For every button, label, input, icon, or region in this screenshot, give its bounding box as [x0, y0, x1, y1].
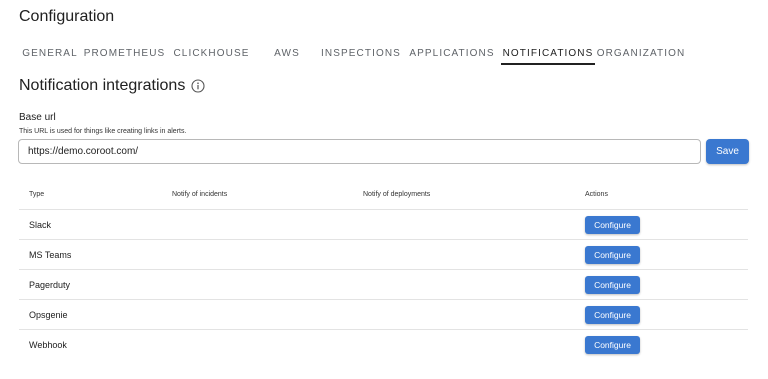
- integrations-table: Type Notify of incidents Notify of deplo…: [19, 180, 748, 360]
- tab-aws[interactable]: AWS: [255, 41, 319, 65]
- configure-ms-teams-button[interactable]: Configure: [585, 246, 640, 264]
- integration-type: MS Teams: [29, 250, 72, 260]
- tab-notifications[interactable]: NOTIFICATIONS: [501, 41, 595, 65]
- column-header-notify-deployments: Notify of deployments: [363, 191, 431, 198]
- integration-type: Webhook: [29, 340, 67, 350]
- table-header: Type Notify of incidents Notify of deplo…: [19, 180, 748, 210]
- configure-opsgenie-button[interactable]: Configure: [585, 306, 640, 324]
- table-row-slack: Slack Configure: [19, 210, 748, 240]
- tab-prometheus[interactable]: PROMETHEUS: [81, 41, 168, 65]
- tab-clickhouse[interactable]: CLICKHOUSE: [168, 41, 255, 65]
- configure-pagerduty-button[interactable]: Configure: [585, 276, 640, 294]
- tab-inspections[interactable]: INSPECTIONS: [319, 41, 403, 65]
- info-icon[interactable]: [191, 79, 205, 93]
- base-url-hint: This URL is used for things like creatin…: [19, 128, 187, 135]
- column-header-actions: Actions: [585, 191, 608, 198]
- page-title: Configuration: [19, 8, 115, 25]
- table-row-opsgenie: Opsgenie Configure: [19, 300, 748, 330]
- integration-type: Opsgenie: [29, 310, 68, 320]
- table-row-webhook: Webhook Configure: [19, 330, 748, 360]
- configure-webhook-button[interactable]: Configure: [585, 336, 640, 354]
- integration-type: Slack: [29, 220, 52, 230]
- tab-general[interactable]: GENERAL: [19, 41, 81, 65]
- column-header-type: Type: [29, 191, 45, 198]
- section-title: Notification integrations: [19, 77, 205, 95]
- config-tabs: GENERAL PROMETHEUS CLICKHOUSE AWS INSPEC…: [19, 41, 687, 65]
- base-url-label: Base url: [19, 112, 56, 123]
- tab-applications[interactable]: APPLICATIONS: [403, 41, 501, 65]
- base-url-input[interactable]: [18, 139, 701, 164]
- table-row-ms-teams: MS Teams Configure: [19, 240, 748, 270]
- integration-type: Pagerduty: [29, 280, 71, 290]
- column-header-notify-incidents: Notify of incidents: [172, 191, 228, 198]
- save-button[interactable]: Save: [706, 139, 749, 164]
- configure-slack-button[interactable]: Configure: [585, 216, 640, 234]
- section-title-text: Notification integrations: [19, 77, 186, 94]
- tab-organization[interactable]: ORGANIZATION: [595, 41, 687, 65]
- table-row-pagerduty: Pagerduty Configure: [19, 270, 748, 300]
